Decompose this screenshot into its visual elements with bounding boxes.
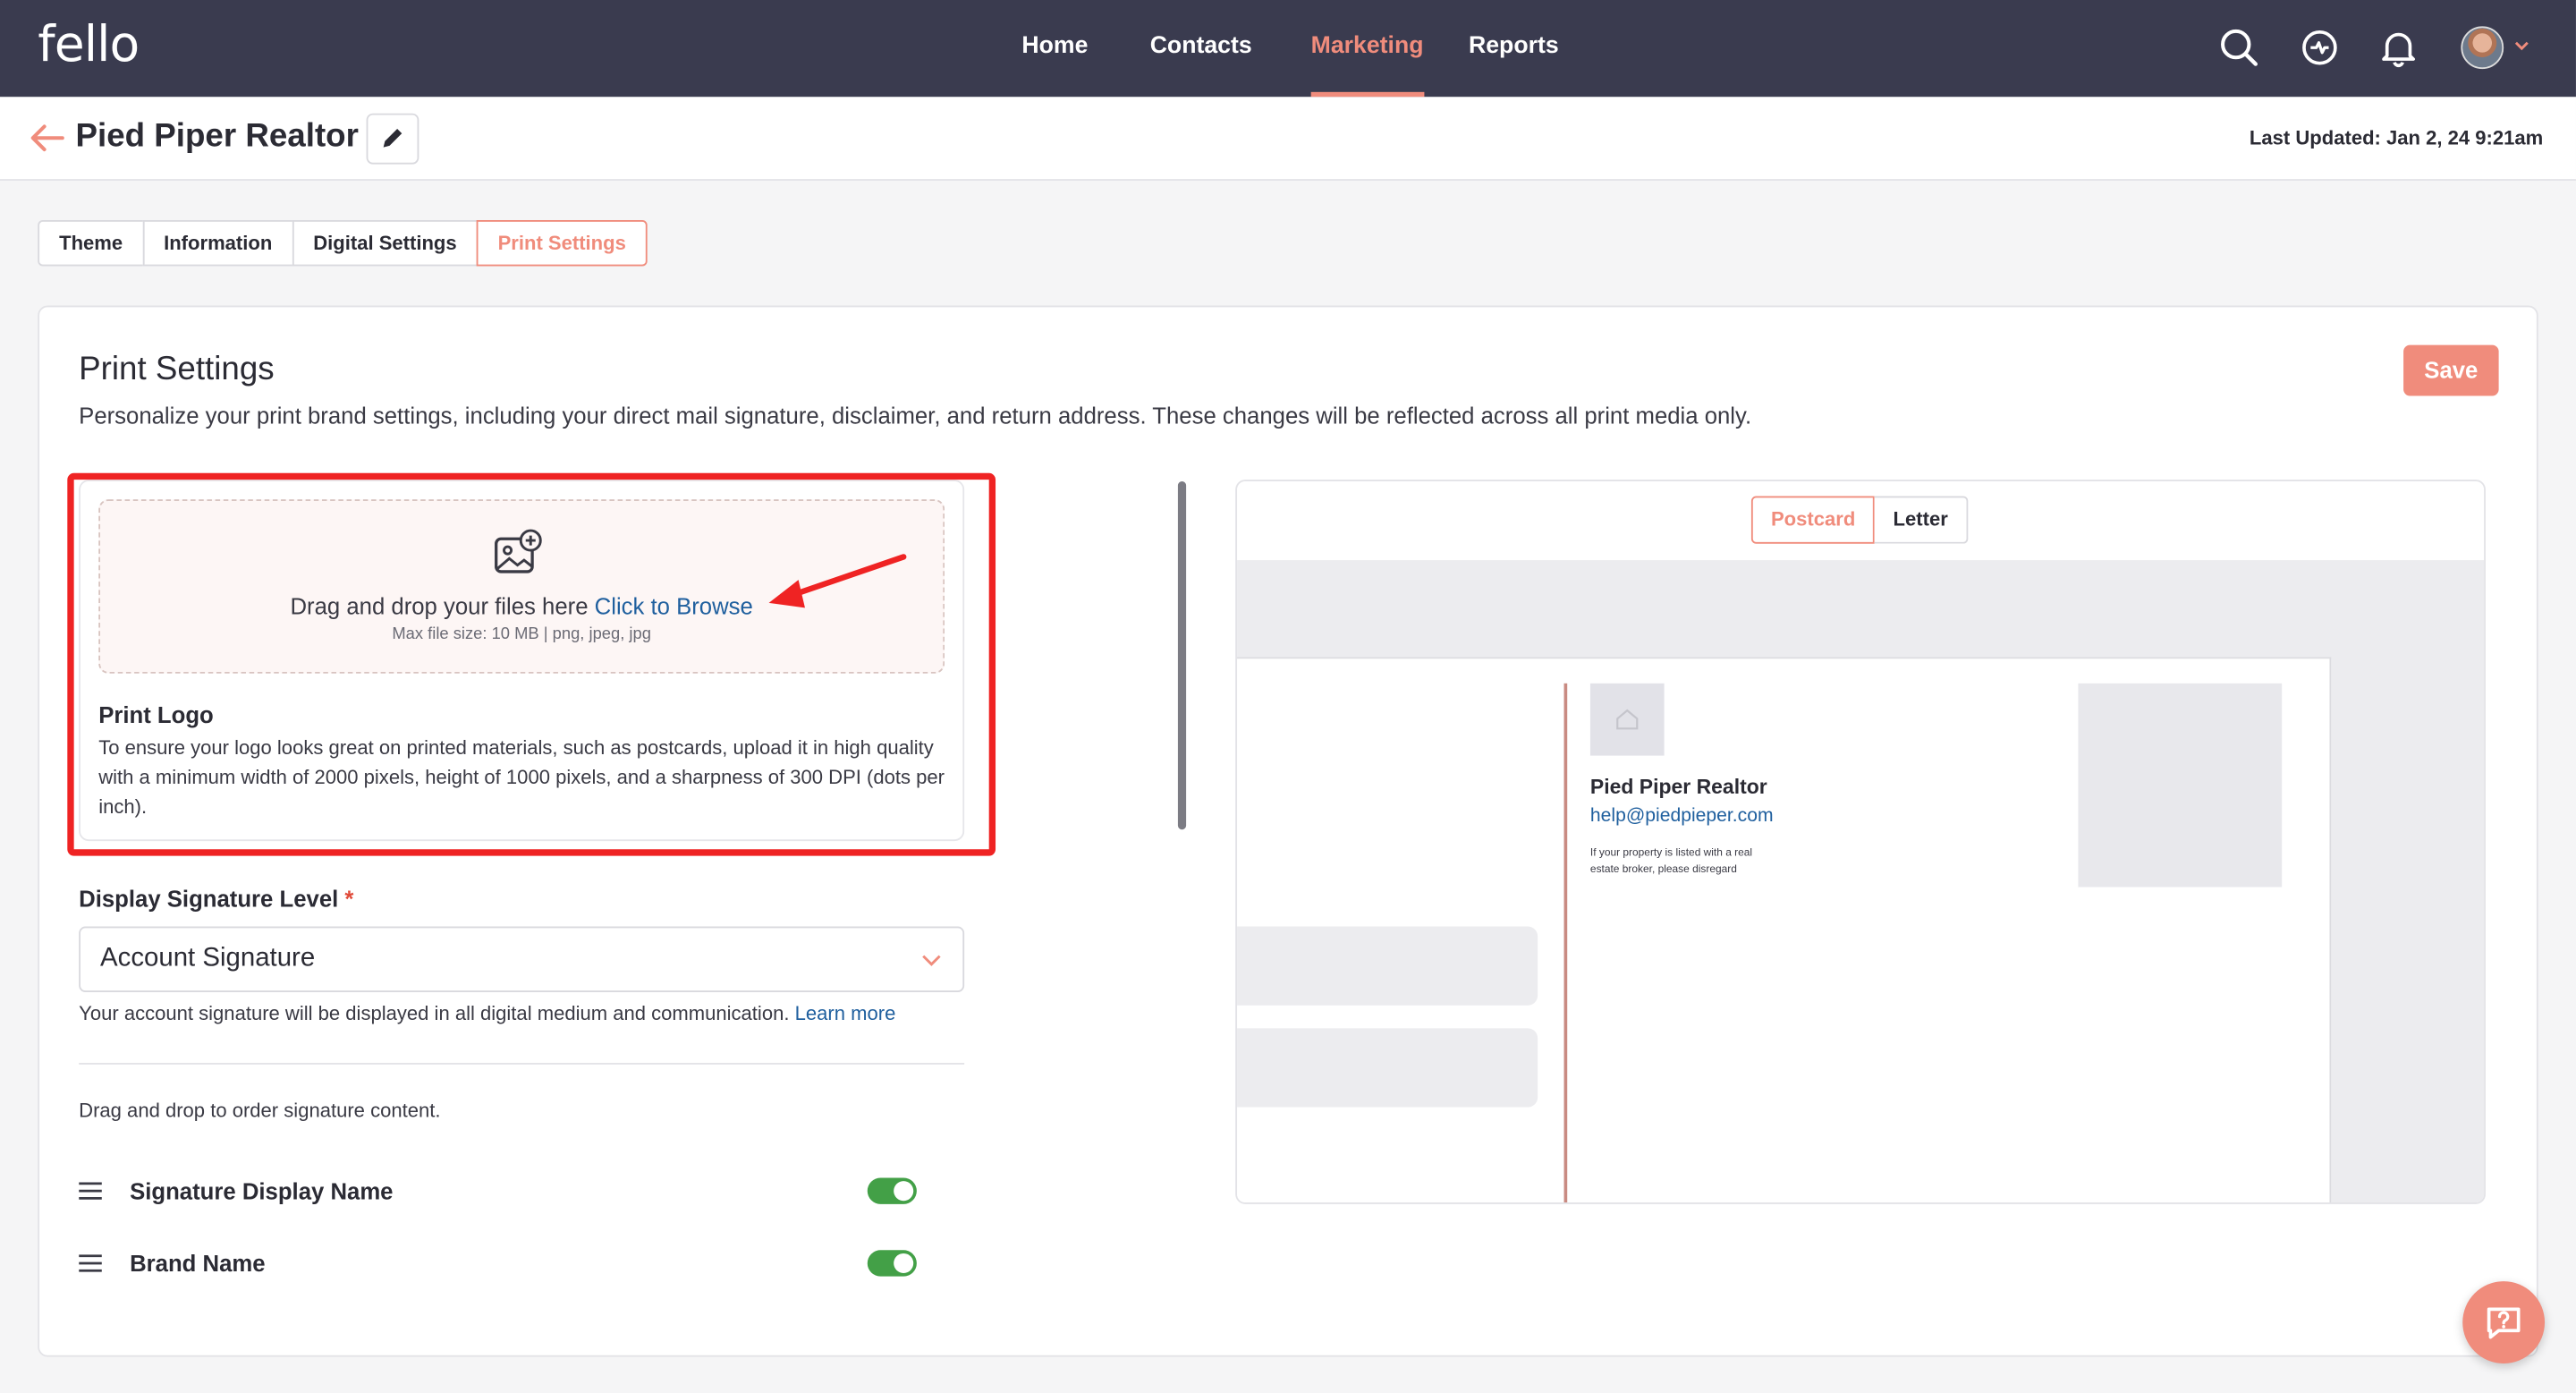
postcard-divider <box>1563 683 1568 1203</box>
top-navigation-bar: fello Home Contacts Marketing Reports <box>0 0 2576 98</box>
image-upload-icon <box>495 529 542 573</box>
signature-level-help-text: Your account signature will be displayed… <box>79 1002 790 1025</box>
print-preview-panel: Postcard Letter Pied Piper Realtor help@… <box>1235 480 2486 1204</box>
print-logo-title: Print Logo <box>98 701 214 728</box>
save-button[interactable]: Save <box>2403 344 2499 396</box>
drag-handle-icon[interactable] <box>79 1253 102 1273</box>
postcard-preview: Pied Piper Realtor help@piedpieper.com I… <box>1237 657 2332 1203</box>
signature-display-name-toggle[interactable] <box>867 1177 917 1204</box>
signature-level-label: Display Signature Level * <box>79 886 353 912</box>
page-header: Pied Piper Realtor Last Updated: Jan 2, … <box>0 97 2576 181</box>
signature-item-row: Signature Display Name <box>79 1173 933 1212</box>
signature-item-label: Brand Name <box>130 1250 266 1277</box>
settings-tabs: Theme Information Digital Settings Print… <box>38 220 648 267</box>
signature-level-value: Account Signature <box>100 944 316 973</box>
edit-title-button[interactable] <box>366 113 419 165</box>
search-icon[interactable] <box>2218 26 2261 69</box>
print-logo-description: To ensure your logo looks great on print… <box>98 735 945 819</box>
drag-handle-icon[interactable] <box>79 1181 102 1201</box>
divider <box>79 1062 965 1065</box>
section-description: Personalize your print brand settings, i… <box>79 402 1752 429</box>
help-chat-button[interactable] <box>2462 1281 2546 1363</box>
chevron-down-icon <box>922 955 941 966</box>
fello-logo[interactable]: fello <box>38 16 140 73</box>
postcard-name: Pied Piper Realtor <box>1589 775 1767 799</box>
avatar[interactable] <box>2461 26 2504 70</box>
logo-upload-dropzone[interactable]: Drag and drop your files here Click to B… <box>98 499 945 674</box>
quick-action-icon[interactable] <box>2299 26 2342 69</box>
postcard-disclaimer: If your property is listed with a real e… <box>1589 847 1753 876</box>
address-placeholder <box>1237 926 1538 1006</box>
tab-information[interactable]: Information <box>142 220 294 267</box>
learn-more-link[interactable]: Learn more <box>795 1002 896 1025</box>
chat-help-icon <box>2487 1307 2521 1339</box>
upload-limits: Max file size: 10 MB | png, jpeg, jpg <box>392 625 651 644</box>
nav-contacts[interactable]: Contacts <box>1150 33 1252 59</box>
required-marker: * <box>344 885 354 913</box>
section-title: Print Settings <box>79 351 275 388</box>
toggle-knob <box>894 1181 914 1202</box>
signature-level-select[interactable]: Account Signature <box>79 926 965 993</box>
nav-marketing[interactable]: Marketing <box>1311 33 1424 59</box>
letter-mode-button[interactable]: Letter <box>1875 496 1968 544</box>
click-to-browse-link[interactable]: Click to Browse <box>595 593 753 619</box>
print-settings-card: Print Settings Personalize your print br… <box>38 305 2538 1357</box>
address-placeholder <box>1237 1028 1538 1108</box>
back-arrow-icon[interactable] <box>30 123 65 153</box>
nav-home[interactable]: Home <box>1021 33 1088 59</box>
upload-instructions: Drag and drop your files here Click to B… <box>100 593 943 619</box>
postcard-logo-placeholder <box>1589 683 1665 756</box>
house-icon <box>1616 709 1639 730</box>
preview-mode-toggle: Postcard Letter <box>1750 496 1968 544</box>
last-updated-text: Last Updated: Jan 2, 24 9:21am <box>2249 126 2544 150</box>
toggle-knob <box>894 1253 914 1273</box>
pencil-icon <box>383 128 402 148</box>
signature-level-help: Your account signature will be displayed… <box>79 1002 895 1025</box>
page-title: Pied Piper Realtor <box>75 118 359 155</box>
order-help-text: Drag and drop to order signature content… <box>79 1099 441 1123</box>
signature-item-label: Signature Display Name <box>130 1177 394 1204</box>
upload-text: Drag and drop your files here <box>290 592 589 620</box>
nav-reports[interactable]: Reports <box>1469 33 1559 59</box>
tab-print-settings[interactable]: Print Settings <box>476 220 648 267</box>
chevron-down-icon[interactable] <box>2513 38 2529 54</box>
postcard-email: help@piedpieper.com <box>1589 806 1774 827</box>
scrollbar[interactable] <box>1177 480 1187 830</box>
brand-name-toggle[interactable] <box>867 1250 917 1277</box>
signature-item-row: Brand Name <box>79 1245 933 1285</box>
tab-theme[interactable]: Theme <box>38 220 145 267</box>
bell-icon[interactable] <box>2377 26 2420 69</box>
signature-level-label-text: Display Signature Level <box>79 885 339 913</box>
tab-digital-settings[interactable]: Digital Settings <box>292 220 479 267</box>
stamp-placeholder <box>2078 683 2283 888</box>
postcard-mode-button[interactable]: Postcard <box>1750 496 1876 544</box>
